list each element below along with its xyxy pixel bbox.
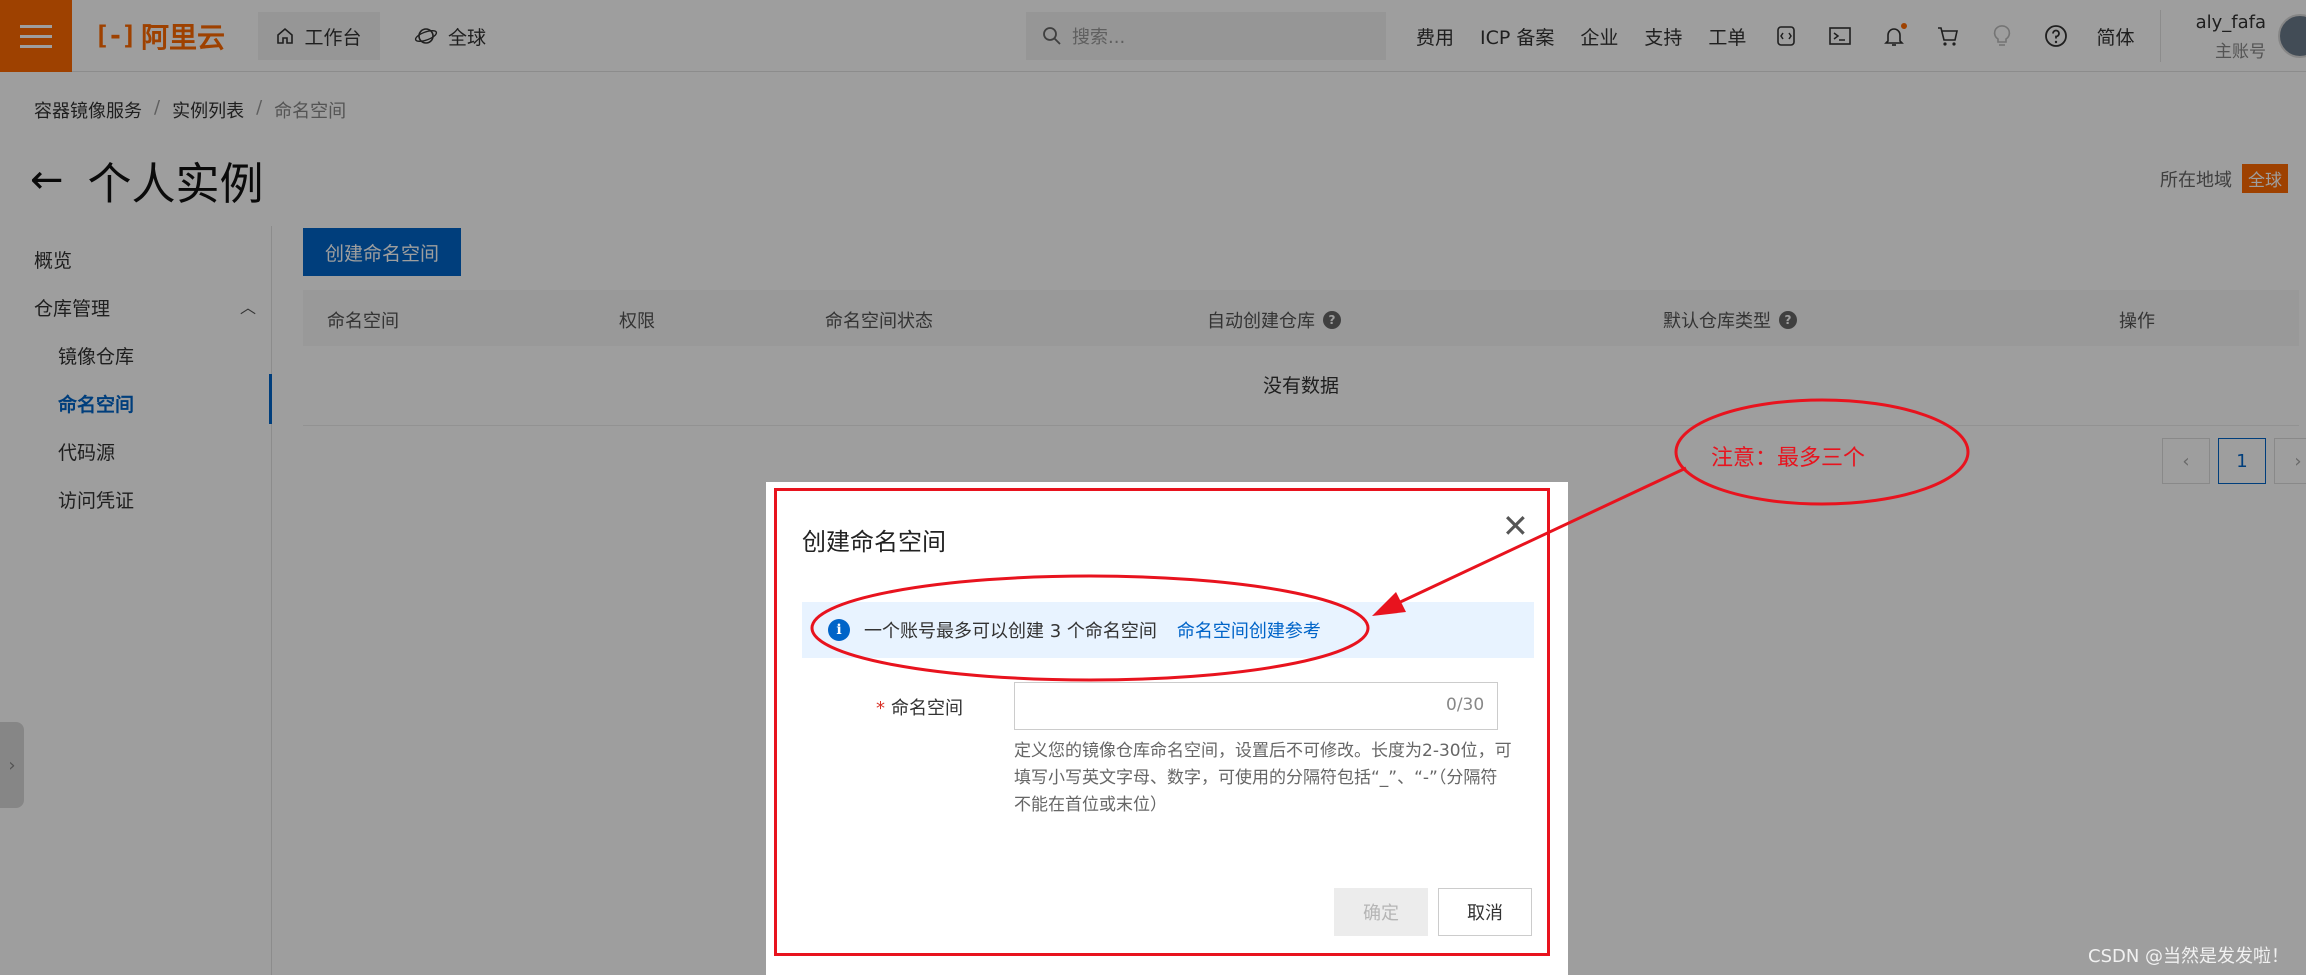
character-counter: 0/30 xyxy=(1446,695,1485,715)
required-marker: * xyxy=(876,698,885,719)
notice-text: 一个账号最多可以创建 3 个命名空间 xyxy=(864,621,1157,642)
cancel-button[interactable]: 取消 xyxy=(1438,888,1532,936)
create-namespace-dialog: 创建命名空间 ✕ i 一个账号最多可以创建 3 个命名空间 命名空间创建参考 *… xyxy=(766,482,1568,975)
info-notice: i 一个账号最多可以创建 3 个命名空间 命名空间创建参考 xyxy=(802,602,1534,658)
namespace-input[interactable] xyxy=(1014,682,1498,730)
watermark: CSDN @当然是发发啦！ xyxy=(2088,946,2290,967)
namespace-label-text: 命名空间 xyxy=(891,698,963,719)
close-icon[interactable]: ✕ xyxy=(1502,510,1529,542)
info-icon: i xyxy=(828,619,850,641)
namespace-field-label: * 命名空间 xyxy=(876,694,963,720)
namespace-help-text: 定义您的镜像仓库命名空间，设置后不可修改。长度为2-30位，可填写小写英文字母、… xyxy=(1014,741,1512,815)
namespace-reference-link[interactable]: 命名空间创建参考 xyxy=(1177,617,1321,643)
dialog-title: 创建命名空间 xyxy=(802,528,946,556)
annotation-note: 注意：最多三个 xyxy=(1711,446,1866,471)
confirm-button[interactable]: 确定 xyxy=(1334,888,1428,936)
